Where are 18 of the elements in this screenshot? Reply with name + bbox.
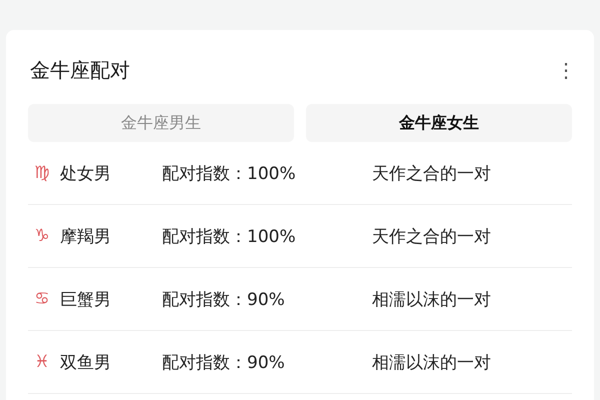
sign-name: 巨蟹男 bbox=[60, 288, 111, 310]
match-score: 配对指数：100% bbox=[162, 162, 297, 184]
zodiac-sign: ♋ bbox=[33, 289, 51, 309]
sign-name: 摩羯男 bbox=[60, 226, 111, 248]
match-verdict: 天作之合的一对 bbox=[372, 226, 492, 248]
match-score: 配对指数：90% bbox=[162, 352, 286, 374]
sign-name: 处女男 bbox=[60, 162, 111, 184]
zodiac-sign: ♑ bbox=[33, 226, 51, 246]
zodiac-sign: ♓ bbox=[33, 352, 51, 372]
tab[interactable]: 金牛座女生 bbox=[306, 104, 572, 142]
zodiac-sign: ♍ bbox=[33, 163, 51, 183]
match-verdict: 相濡以沫的一对 bbox=[372, 288, 492, 310]
match-score: 配对指数：90% bbox=[162, 288, 286, 310]
sign-name: 双鱼男 bbox=[60, 352, 111, 374]
match-verdict: 天作之合的一对 bbox=[372, 162, 492, 184]
match-score: 配对指数：100% bbox=[162, 226, 297, 248]
match-verdict: 相濡以沫的一对 bbox=[372, 352, 492, 374]
card-title: 金牛座配对 bbox=[30, 56, 130, 84]
